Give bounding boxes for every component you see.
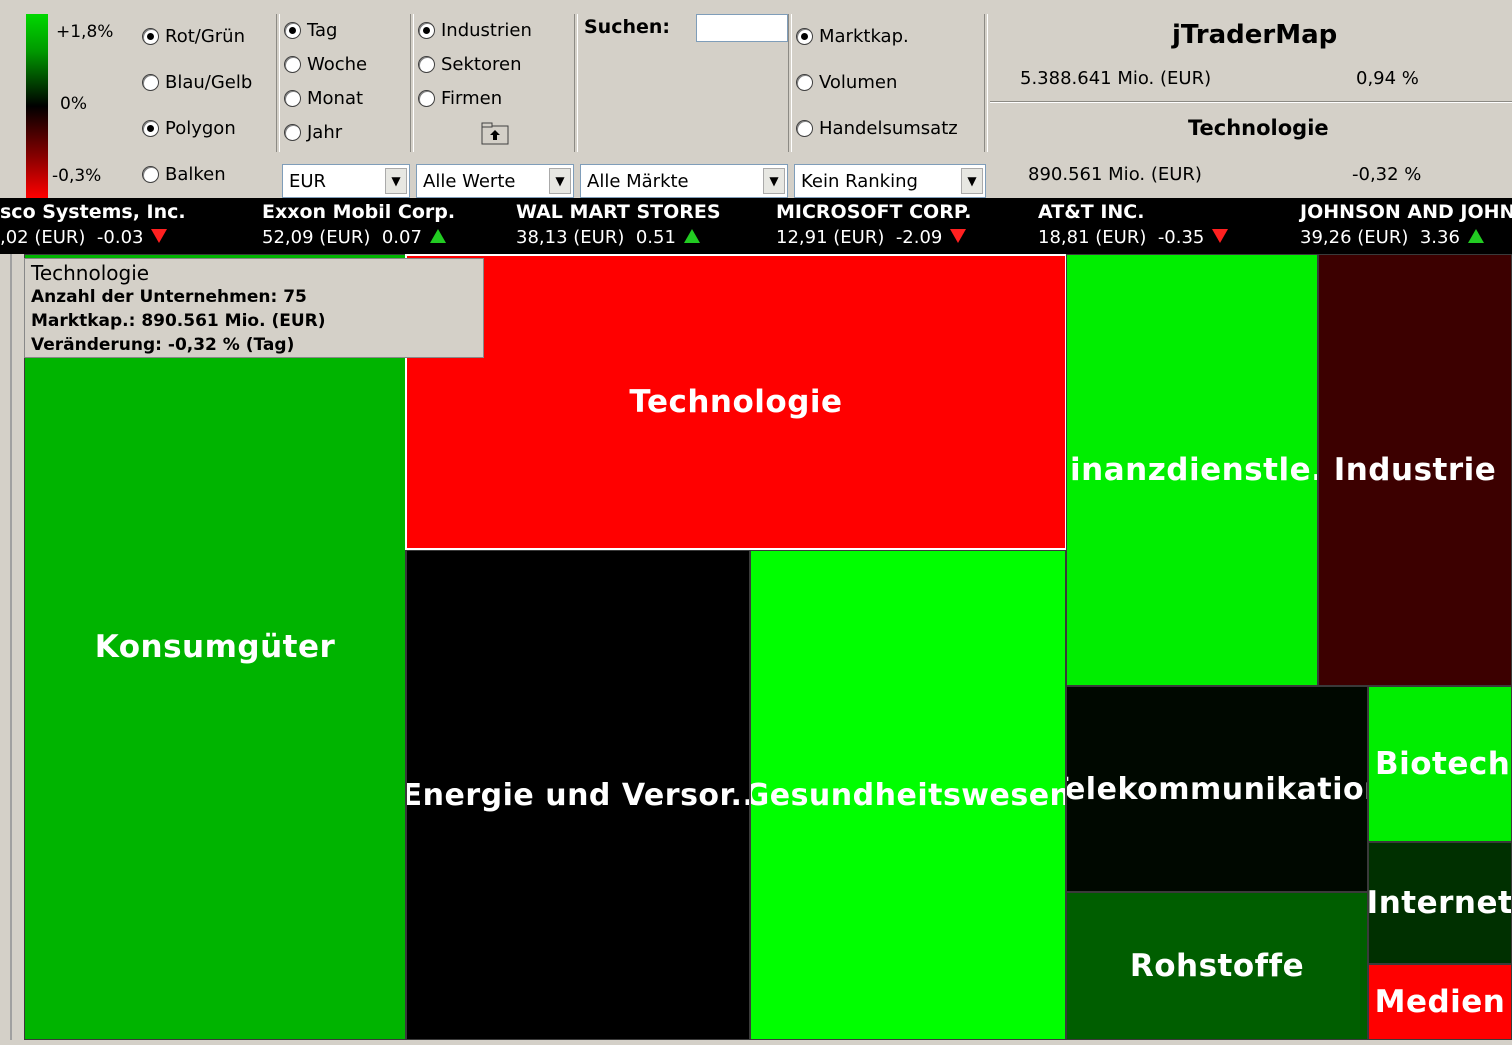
radio-blau-gelb[interactable]: Blau/Gelb	[142, 72, 252, 93]
chevron-down-icon[interactable]: ▼	[763, 168, 785, 194]
total-change: 0,94 %	[1356, 68, 1419, 89]
radio-dot-icon	[796, 120, 813, 137]
arrow-up-icon	[683, 229, 700, 243]
tile-medien[interactable]: Medien	[1368, 964, 1512, 1040]
tile-technologie[interactable]: Technologie	[405, 254, 1067, 550]
total-market-cap: 5.388.641 Mio. (EUR)	[1020, 68, 1212, 89]
radio-dot-icon	[142, 120, 159, 137]
stock-ticker: sco Systems, Inc. ,02 (EUR) -0.03 Exxon …	[0, 198, 1512, 254]
ranking-select[interactable]: Kein Ranking ▼	[794, 164, 986, 198]
summary-divider	[990, 101, 1512, 103]
arrow-up-icon	[429, 229, 446, 243]
tile-internet[interactable]: Internet	[1368, 842, 1512, 964]
selected-market-cap: 890.561 Mio. (EUR)	[1028, 164, 1202, 185]
radio-monat[interactable]: Monat	[284, 88, 363, 109]
radio-dot-icon	[284, 56, 301, 73]
tooltip-change: Veränderung: -0,32 % (Tag)	[31, 335, 295, 355]
chevron-down-icon[interactable]: ▼	[385, 168, 407, 194]
tile-telekommunikation[interactable]: Telekommunikation	[1066, 686, 1368, 892]
folder-up-icon[interactable]	[480, 120, 510, 146]
radio-dot-icon	[284, 124, 301, 141]
tooltip-company-count: Anzahl der Unternehmen: 75	[31, 287, 307, 307]
color-legend-bar	[26, 14, 48, 198]
arrow-down-icon	[950, 229, 967, 243]
radio-dot-icon	[142, 166, 159, 183]
radio-industrien[interactable]: Industrien	[418, 20, 532, 41]
legend-max: +1,8%	[56, 22, 114, 42]
tooltip: Technologie Anzahl der Unternehmen: 75 M…	[24, 258, 484, 358]
radio-polygon[interactable]: Polygon	[142, 118, 236, 139]
app-title: jTraderMap	[1172, 20, 1338, 50]
radio-dot-icon	[796, 28, 813, 45]
radio-balken[interactable]: Balken	[142, 164, 226, 185]
tile-gesundheitswesen[interactable]: Gesundheitswesen	[750, 550, 1066, 1040]
tile-rohstoffe[interactable]: Rohstoffe	[1066, 892, 1368, 1040]
search-label: Suchen:	[584, 16, 671, 38]
tile-finanzdienstleister[interactable]: Finanzdienstle..	[1066, 254, 1318, 686]
legend-min: -0,3%	[52, 166, 102, 186]
tile-energie[interactable]: Energie und Versor..	[406, 550, 750, 1040]
radio-dot-icon	[418, 56, 435, 73]
radio-marktkap[interactable]: Marktkap.	[796, 26, 909, 47]
control-panel: +1,8% 0% -0,3% Rot/Grün Blau/Gelb Polygo…	[0, 0, 1512, 198]
selected-change: -0,32 %	[1352, 164, 1422, 185]
radio-dot-icon	[142, 28, 159, 45]
radio-dot-icon	[418, 90, 435, 107]
values-select[interactable]: Alle Werte ▼	[416, 164, 574, 198]
tooltip-market-cap: Marktkap.: 890.561 Mio. (EUR)	[31, 311, 326, 331]
radio-woche[interactable]: Woche	[284, 54, 367, 75]
ticker-item[interactable]: MICROSOFT CORP. 12,91 (EUR) -2.09	[776, 198, 971, 250]
radio-dot-icon	[284, 22, 301, 39]
radio-dot-icon	[284, 90, 301, 107]
tooltip-title: Technologie	[31, 261, 150, 285]
ticker-item[interactable]: JOHNSON AND JOHN 39,26 (EUR) 3.36	[1300, 198, 1512, 250]
radio-dot-icon	[142, 74, 159, 91]
radio-jahr[interactable]: Jahr	[284, 122, 342, 143]
window-frame-bottom	[0, 1040, 1512, 1045]
radio-volumen[interactable]: Volumen	[796, 72, 897, 93]
radio-firmen[interactable]: Firmen	[418, 88, 502, 109]
radio-dot-icon	[418, 22, 435, 39]
markets-select[interactable]: Alle Märkte ▼	[580, 164, 788, 198]
radio-handelsumsatz[interactable]: Handelsumsatz	[796, 118, 958, 139]
ticker-item[interactable]: WAL MART STORES 38,13 (EUR) 0.51	[516, 198, 721, 250]
tile-industrie[interactable]: Industrie	[1318, 254, 1512, 686]
chevron-down-icon[interactable]: ▼	[549, 168, 571, 194]
currency-select[interactable]: EUR ▼	[282, 164, 410, 198]
search-input[interactable]	[696, 14, 788, 42]
ticker-item[interactable]: sco Systems, Inc. ,02 (EUR) -0.03	[0, 198, 186, 250]
chevron-down-icon[interactable]: ▼	[961, 168, 983, 194]
tile-konsumgueter[interactable]: Konsumgüter	[24, 254, 406, 1040]
ticker-item[interactable]: AT&T INC. 18,81 (EUR) -0.35	[1038, 198, 1229, 250]
arrow-down-icon	[151, 229, 168, 243]
arrow-up-icon	[1467, 229, 1484, 243]
treemap: Konsumgüter Technologie Energie und Vers…	[24, 254, 1512, 1040]
radio-dot-icon	[796, 74, 813, 91]
radio-sektoren[interactable]: Sektoren	[418, 54, 521, 75]
radio-tag[interactable]: Tag	[284, 20, 337, 41]
radio-rot-gruen[interactable]: Rot/Grün	[142, 26, 245, 47]
selected-title: Technologie	[1188, 116, 1329, 140]
tile-biotech[interactable]: Biotech..	[1368, 686, 1512, 842]
ticker-item[interactable]: Exxon Mobil Corp. 52,09 (EUR) 0.07	[262, 198, 455, 250]
arrow-down-icon	[1212, 229, 1229, 243]
legend-mid: 0%	[60, 94, 87, 114]
